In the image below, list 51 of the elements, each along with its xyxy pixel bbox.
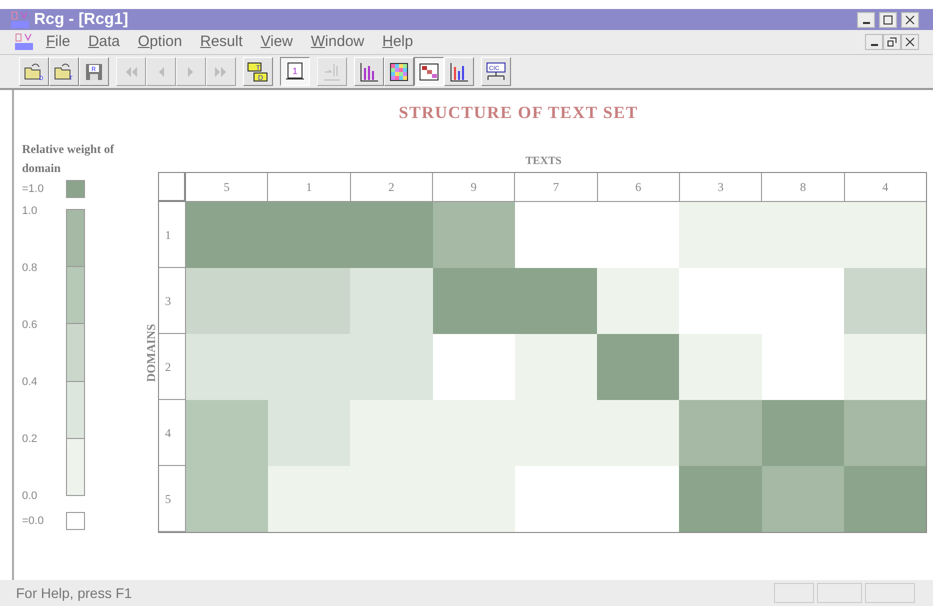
diagonal-blocks-icon: [419, 62, 439, 80]
close-button[interactable]: [901, 12, 919, 28]
restore-icon: [887, 37, 897, 47]
legend-title: Relative weight of domain: [22, 141, 116, 177]
window-title: Rcg - [Rcg1]: [34, 12, 128, 28]
maximize-button[interactable]: [879, 12, 897, 28]
left-arrow-icon: [157, 66, 165, 76]
bar-chart-icon: [359, 62, 379, 82]
status-pane: [865, 583, 915, 603]
legend-label: 0.8: [22, 263, 38, 276]
legend-label: 1.0: [22, 206, 38, 219]
double-right-arrow-icon: [214, 66, 228, 76]
status-pane: [774, 583, 814, 603]
close-button[interactable]: [901, 34, 919, 50]
chart-arrow-icon: [322, 62, 342, 82]
menu-item[interactable]: Window: [310, 30, 364, 54]
legend-label: 0.0: [22, 491, 38, 502]
legend-label: =1.0: [22, 182, 45, 197]
legend-swatch: [66, 512, 85, 530]
menu-item[interactable]: Help: [382, 30, 414, 54]
axis-title: DOMAINS: [143, 324, 159, 382]
double-left-arrow-icon: [124, 66, 138, 76]
status-text: For Help, press F1: [16, 584, 133, 603]
app-logo-icon: [14, 33, 34, 51]
menu-item[interactable]: View: [260, 30, 293, 54]
axis-title: TEXTS: [525, 154, 562, 168]
maximize-icon: [883, 14, 893, 24]
status-pane: [817, 583, 862, 603]
menu-item[interactable]: Option: [138, 30, 182, 54]
menu-item[interactable]: Data: [88, 30, 120, 54]
color-grid-icon: [390, 62, 408, 80]
legend-label: 0.2: [22, 434, 38, 447]
toolbar-button[interactable]: 1: [280, 57, 310, 86]
menu-item[interactable]: File: [46, 30, 70, 54]
close-icon: [905, 37, 915, 47]
legend-label: =0.0: [22, 514, 45, 529]
minimize-button[interactable]: [865, 34, 883, 50]
chart-title: STRUCTURE OF TEXT SET: [398, 102, 638, 124]
legend-label: 0.6: [22, 320, 38, 333]
close-icon: [905, 14, 915, 24]
menu-item[interactable]: Result: [200, 30, 243, 54]
right-arrow-icon: [187, 66, 195, 76]
legend-label: 0.4: [22, 377, 38, 390]
toolbar-button[interactable]: [414, 57, 444, 86]
minimize-icon: [862, 22, 870, 24]
bar-chart-icon: [449, 62, 469, 82]
minimize-icon: [870, 44, 878, 46]
restore-button[interactable]: [883, 34, 901, 50]
app-logo-icon: [10, 10, 30, 28]
minimize-button[interactable]: [857, 12, 875, 28]
legend-swatch: [66, 180, 85, 198]
